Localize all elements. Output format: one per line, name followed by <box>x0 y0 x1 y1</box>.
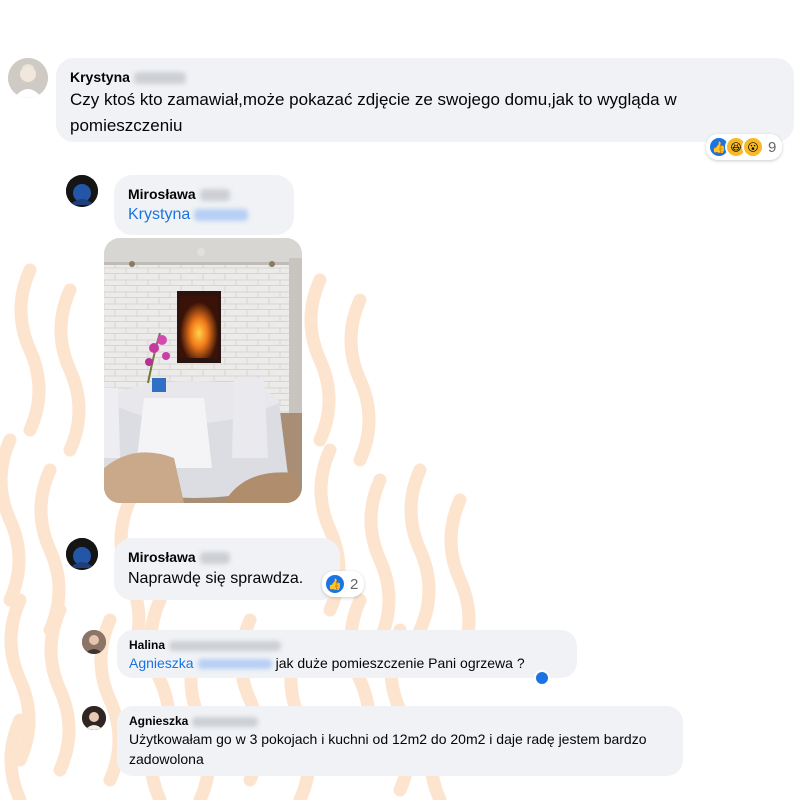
comment-bubble: Mirosława Krystyna <box>114 175 294 235</box>
reactions-summary[interactable]: 👍 😆 😮 9 <box>706 134 783 160</box>
blurred-surname <box>192 716 259 727</box>
avatar-krystyna[interactable] <box>8 58 48 98</box>
author-name[interactable]: Krystyna <box>70 67 130 87</box>
reaction-badge-icon[interactable] <box>534 670 550 686</box>
reaction-count: 2 <box>350 575 359 593</box>
person-photo-icon <box>8 58 48 98</box>
person-photo-icon <box>82 630 106 654</box>
comment-text: Czy ktoś kto zamawiał,może pokazać zdjęc… <box>70 90 677 135</box>
person-photo-icon <box>66 538 98 570</box>
author-name[interactable]: Mirosława <box>128 547 196 567</box>
avatar-miroslawa[interactable] <box>66 538 98 570</box>
reactions-summary[interactable]: 👍 2 <box>322 571 365 597</box>
wow-icon: 😮 <box>742 136 764 158</box>
blurred-mention <box>194 208 249 221</box>
comment-bubble: Krystyna Czy ktoś kto zamawiał,może poka… <box>56 58 794 142</box>
attached-photo[interactable] <box>104 238 302 503</box>
mention-link[interactable]: Agnieszka <box>129 655 194 671</box>
blurred-surname <box>199 189 230 202</box>
blurred-surname <box>169 640 282 651</box>
author-name[interactable]: Agnieszka <box>129 713 188 729</box>
comment-krystyna: Krystyna Czy ktoś kto zamawiał,może poka… <box>8 58 794 142</box>
comment-miroslawa-mention: Mirosława Krystyna <box>66 175 294 235</box>
blurred-mention <box>197 659 272 670</box>
avatar-miroslawa[interactable] <box>66 175 98 207</box>
comment-bubble: Halina Agnieszka jak duże pomieszczenie P… <box>117 630 577 678</box>
comment-text: Naprawdę się sprawdza. <box>128 570 304 587</box>
comment-bubble: Mirosława Naprawdę się sprawdza. <box>114 538 340 600</box>
author-name[interactable]: Halina <box>129 637 165 653</box>
comment-agnieszka: Agnieszka Użytkowałam go w 3 pokojach i … <box>82 706 683 776</box>
avatar-agnieszka[interactable] <box>82 706 106 730</box>
reaction-count: 9 <box>768 138 777 156</box>
mention-link[interactable]: Krystyna <box>128 206 190 223</box>
avatar-halina[interactable] <box>82 630 106 654</box>
comment-text: jak duże pomieszczenie Pani ogrzewa ? <box>275 655 525 671</box>
comment-halina: Halina Agnieszka jak duże pomieszczenie P… <box>82 630 577 678</box>
comment-text: Użytkowałam go w 3 pokojach i kuchni od … <box>129 731 647 767</box>
author-name[interactable]: Mirosława <box>128 184 196 204</box>
blurred-surname <box>199 552 230 565</box>
person-photo-icon <box>66 175 98 207</box>
blurred-surname <box>133 72 186 85</box>
comment-bubble: Agnieszka Użytkowałam go w 3 pokojach i … <box>117 706 683 776</box>
room-photo <box>104 238 302 503</box>
person-photo-icon <box>82 706 106 730</box>
comment-miroslawa-reply: Mirosława Naprawdę się sprawdza. <box>66 538 340 600</box>
like-icon: 👍 <box>324 573 346 595</box>
